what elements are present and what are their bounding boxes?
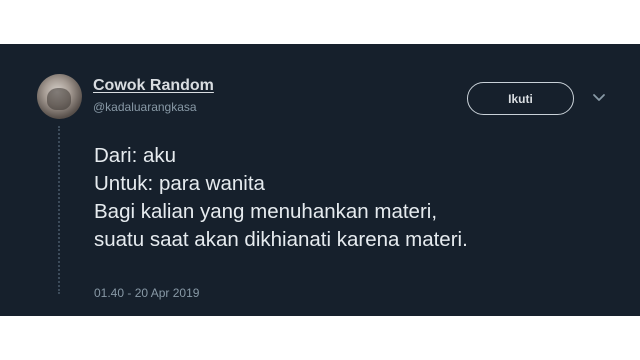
tweet-text-line: suatu saat akan dikhianati karena materi… — [94, 228, 468, 251]
timestamp[interactable]: 01.40 - 20 Apr 2019 — [94, 286, 199, 300]
tweet: Cowok Random @kadaluarangkasa Ikuti Dari… — [0, 44, 640, 316]
display-name[interactable]: Cowok Random — [93, 77, 214, 95]
tweet-text-line: Dari: aku — [94, 144, 177, 167]
avatar[interactable] — [37, 74, 82, 119]
user-handle[interactable]: @kadaluarangkasa — [93, 100, 197, 114]
tweet-text-line: Bagi kalian yang menuhankan materi, — [94, 200, 438, 223]
follow-button[interactable]: Ikuti — [467, 82, 574, 115]
chevron-down-icon[interactable] — [592, 92, 606, 104]
tweet-text-line: Untuk: para wanita — [94, 172, 265, 195]
thread-line — [58, 126, 60, 294]
tweet-card-frame: Cowok Random @kadaluarangkasa Ikuti Dari… — [0, 44, 640, 316]
tweet-text: Dari: aku Untuk: para wanita Bagi kalian… — [94, 142, 468, 254]
